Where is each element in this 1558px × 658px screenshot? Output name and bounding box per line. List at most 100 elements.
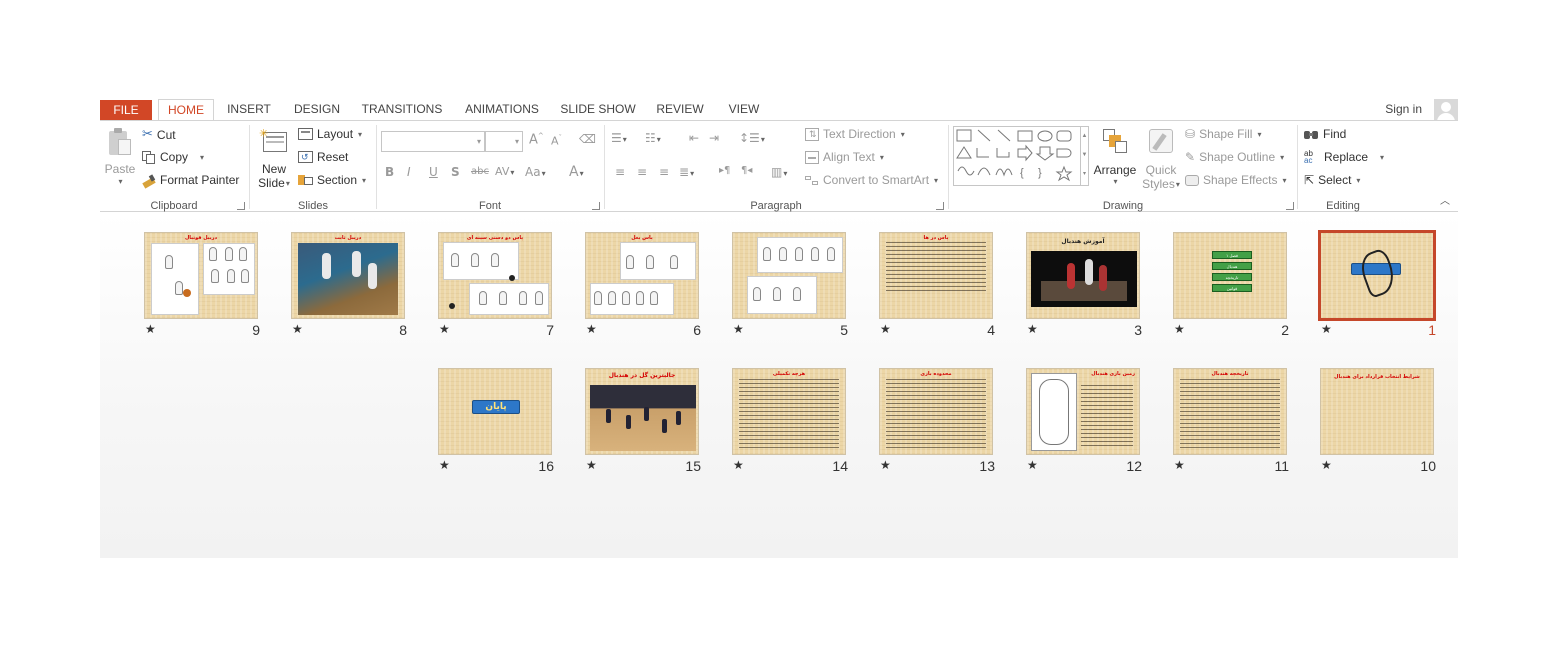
slide-thumbnail[interactable]: هرچه تکمیلی ★ 14 (732, 368, 848, 476)
animation-star-icon[interactable]: ★ (880, 458, 891, 472)
animation-star-icon[interactable]: ★ (292, 322, 303, 336)
align-text-button[interactable]: Align Text ▾ (805, 150, 884, 164)
slide-thumbnail[interactable]: جالبترین گل در هندبال ★ 15 (585, 368, 701, 476)
slide-thumbnail[interactable]: شرایط انتخاب قرارداد برای هندبال ★ 10 (1320, 368, 1436, 476)
animation-star-icon[interactable]: ★ (586, 322, 597, 336)
left-to-right-icon[interactable]: ▸¶ (719, 165, 730, 176)
tab-animations[interactable]: ANIMATIONS (460, 99, 544, 121)
text-direction-button[interactable]: ⇅ Text Direction ▾ (805, 127, 905, 141)
select-button[interactable]: ⇱ Select ▾ (1304, 173, 1360, 187)
slide-preview[interactable]: دریبل ثابت (291, 232, 405, 319)
underline-button[interactable]: U (429, 165, 438, 179)
bullets-icon[interactable]: ☰▾ (611, 131, 627, 145)
slide-preview[interactable]: پاس بغل (585, 232, 699, 319)
change-case-button[interactable]: Aa▾ (525, 165, 546, 179)
tab-slide-show[interactable]: SLIDE SHOW (558, 99, 638, 121)
paragraph-dialog-launcher[interactable] (936, 202, 944, 210)
text-shadow-button[interactable]: S (451, 165, 460, 179)
animation-star-icon[interactable]: ★ (733, 322, 744, 336)
shapes-gallery[interactable]: { } (953, 126, 1081, 186)
clear-formatting-icon[interactable]: ⌫ (579, 132, 596, 146)
tab-review[interactable]: REVIEW (652, 99, 708, 121)
slide-preview[interactable]: محدوده بازی (879, 368, 993, 455)
slide-thumbnail[interactable]: تاریخچه هندبال ★ 11 (1173, 368, 1289, 476)
slide-thumbnail[interactable]: پاس بغل ★ 6 (585, 232, 701, 340)
slide-thumbnail[interactable]: دریبل فوتبال ★ 9 (144, 232, 260, 340)
drawing-dialog-launcher[interactable] (1286, 202, 1294, 210)
increase-indent-icon[interactable]: ⇥ (709, 131, 719, 145)
align-right-icon[interactable]: ≡ (659, 165, 669, 179)
copy-button[interactable]: Copy ▾ (142, 150, 204, 164)
find-button[interactable]: Find (1304, 127, 1346, 141)
slide-thumbnail[interactable]: ★ 1 (1318, 230, 1436, 340)
animation-star-icon[interactable]: ★ (733, 458, 744, 472)
slide-preview[interactable]: پاس در ها (879, 232, 993, 319)
justify-icon[interactable]: ≣▾ (679, 165, 694, 179)
slide-preview[interactable]: پایان (438, 368, 552, 455)
layout-button[interactable]: Layout ▾ (298, 127, 362, 141)
section-button[interactable]: Section ▾ (298, 173, 366, 187)
animation-star-icon[interactable]: ★ (145, 322, 156, 336)
tab-design[interactable]: DESIGN (288, 99, 346, 121)
slide-thumbnail[interactable]: زمین بازی هندبال ★ 12 (1026, 368, 1142, 476)
reset-button[interactable]: ↺ Reset (298, 150, 348, 164)
animation-star-icon[interactable]: ★ (880, 322, 891, 336)
collapse-ribbon-icon[interactable]: ︿ (1440, 192, 1450, 207)
character-spacing-button[interactable]: AV▾ (495, 165, 514, 178)
tab-view[interactable]: VIEW (722, 99, 766, 121)
animation-star-icon[interactable]: ★ (1174, 322, 1185, 336)
slide-preview[interactable]: فصل ۱ هندبال تاریخچه قوانین (1173, 232, 1287, 319)
format-painter-button[interactable]: Format Painter (142, 173, 239, 189)
convert-smartart-button[interactable]: Convert to SmartArt ▾ (805, 173, 938, 187)
user-avatar-icon[interactable] (1434, 99, 1458, 121)
replace-button[interactable]: ab ac Replace ▾ (1304, 150, 1384, 165)
numbering-icon[interactable]: ☷▾ (645, 131, 661, 145)
slide-thumbnail[interactable]: فصل ۱ هندبال تاریخچه قوانین ★ 2 (1173, 232, 1289, 340)
italic-button[interactable]: I (407, 165, 411, 179)
slide-preview[interactable] (732, 232, 846, 319)
tab-file[interactable]: FILE (100, 100, 152, 121)
slide-thumbnail[interactable]: پاس دو دستی سینه ای ★ 7 (438, 232, 554, 340)
slide-preview[interactable] (1318, 230, 1436, 321)
font-color-button[interactable]: A▾ (569, 164, 584, 180)
tab-transitions[interactable]: TRANSITIONS (358, 99, 446, 121)
new-slide-button[interactable]: ✳ New Slide ▾ (256, 127, 292, 190)
slide-preview[interactable]: آموزش هندبال (1026, 232, 1140, 319)
animation-star-icon[interactable]: ★ (1321, 322, 1332, 336)
animation-star-icon[interactable]: ★ (1027, 458, 1038, 472)
slide-thumbnail[interactable]: پاس در ها ★ 4 (879, 232, 995, 340)
animation-star-icon[interactable]: ★ (586, 458, 597, 472)
slide-preview[interactable]: هرچه تکمیلی (732, 368, 846, 455)
align-left-icon[interactable]: ≡ (615, 165, 625, 179)
shape-fill-button[interactable]: ⛁ Shape Fill ▾ (1185, 127, 1261, 141)
shrink-font-button[interactable]: Aˇ (551, 134, 562, 148)
right-to-left-icon[interactable]: ¶◂ (741, 165, 752, 176)
slide-thumbnail[interactable]: دریبل ثابت ★ 8 (291, 232, 407, 340)
clipboard-dialog-launcher[interactable] (237, 202, 245, 210)
animation-star-icon[interactable]: ★ (1321, 458, 1332, 472)
animation-star-icon[interactable]: ★ (439, 322, 450, 336)
paste-button[interactable]: Paste ▾ (104, 127, 136, 186)
animation-star-icon[interactable]: ★ (439, 458, 450, 472)
bold-button[interactable]: B (385, 165, 394, 179)
quick-styles-button[interactable]: Quick Styles ▾ (1139, 127, 1183, 191)
tab-home[interactable]: HOME (158, 99, 214, 121)
animation-star-icon[interactable]: ★ (1174, 458, 1185, 472)
slide-preview[interactable]: تاریخچه هندبال (1173, 368, 1287, 455)
columns-icon[interactable]: ▥▾ (771, 165, 787, 179)
grow-font-button[interactable]: A^ (529, 132, 544, 147)
slide-preview[interactable]: جالبترین گل در هندبال (585, 368, 699, 455)
cut-button[interactable]: ✂ Cut (142, 127, 176, 142)
tab-insert[interactable]: INSERT (222, 99, 276, 121)
shapes-gallery-scroll[interactable]: ▲ ▼ ▾ (1081, 126, 1089, 186)
strikethrough-button[interactable]: abc (471, 166, 489, 177)
sign-in-link[interactable]: Sign in (1385, 102, 1422, 116)
slide-thumbnail[interactable]: ★ 5 (732, 232, 848, 340)
font-size-combo[interactable]: ▾ (485, 131, 523, 152)
slide-preview[interactable]: زمین بازی هندبال (1026, 368, 1140, 455)
slide-preview[interactable]: دریبل فوتبال (144, 232, 258, 319)
shape-outline-button[interactable]: ✎ Shape Outline ▾ (1185, 150, 1284, 164)
animation-star-icon[interactable]: ★ (1027, 322, 1038, 336)
line-spacing-icon[interactable]: ↕☰▾ (739, 131, 765, 145)
slide-thumbnail[interactable]: محدوده بازی ★ 13 (879, 368, 995, 476)
